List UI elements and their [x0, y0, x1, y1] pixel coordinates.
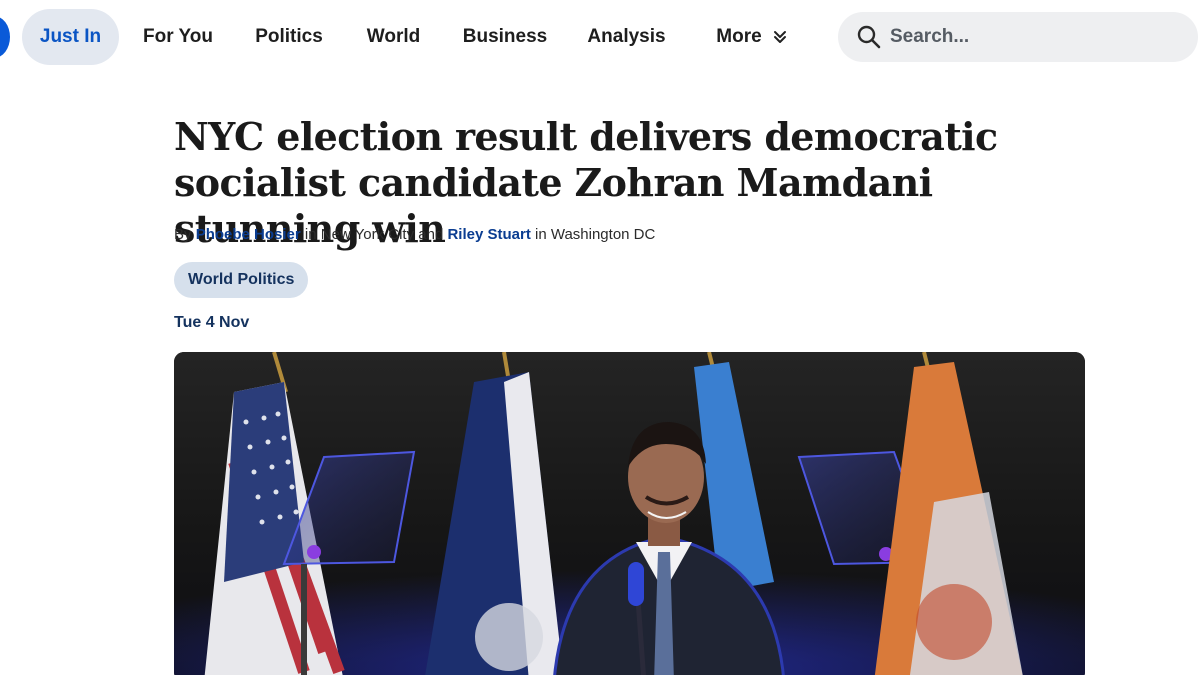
nav-item-world[interactable]: World	[355, 9, 432, 65]
top-navigation: Just In For You Politics World Business …	[0, 0, 1200, 74]
double-chevron-down-icon	[772, 29, 788, 45]
nav-item-politics[interactable]: Politics	[244, 9, 334, 65]
byline-prefix: By	[174, 226, 192, 243]
nav-item-label: World	[366, 26, 421, 47]
nav-item-label: Politics	[255, 26, 323, 47]
author-link-riley-stuart[interactable]: Riley Stuart	[447, 226, 530, 243]
nav-item-label: More	[716, 26, 762, 47]
nav-item-analysis[interactable]: Analysis	[578, 9, 675, 65]
nav-item-business[interactable]: Business	[453, 9, 557, 65]
hero-image[interactable]	[174, 352, 1085, 675]
search-bar[interactable]	[838, 12, 1198, 62]
nav-item-for-you[interactable]: For You	[133, 9, 223, 65]
byline: By Phoebe Hosier in New York City and Ri…	[174, 226, 655, 243]
nav-item-more[interactable]: More	[704, 9, 800, 65]
byline-location-2: in Washington DC	[535, 226, 656, 243]
author-link-phoebe-hosier[interactable]: Phoebe Hosier	[196, 226, 301, 243]
nav-item-label: Just In	[39, 26, 102, 47]
nav-item-label: Business	[462, 26, 548, 47]
topic-tag-world-politics[interactable]: World Politics	[174, 262, 309, 298]
nav-item-label: For You	[142, 26, 214, 47]
search-input[interactable]	[890, 26, 1190, 48]
search-icon[interactable]	[856, 24, 882, 50]
nav-item-just-in[interactable]: Just In	[22, 9, 119, 65]
nav-item-label: Analysis	[587, 26, 666, 47]
nav-edge-button[interactable]	[0, 16, 10, 58]
byline-location-1: in New York City and	[304, 226, 444, 243]
hero-photo-illustration	[174, 352, 1085, 675]
publish-date: Tue 4 Nov	[174, 314, 250, 331]
